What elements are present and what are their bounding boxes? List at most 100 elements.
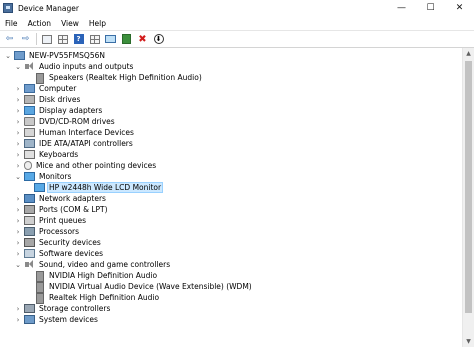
help-icon[interactable]: ?	[72, 33, 85, 46]
chevron-right-icon[interactable]: ›	[14, 107, 22, 115]
chevron-right-icon[interactable]: ›	[14, 206, 22, 214]
title-bar: Device Manager — ☐ ✕	[0, 0, 474, 16]
close-button[interactable]: ✕	[445, 0, 474, 16]
tree-item-system-devices[interactable]: › System devices	[14, 314, 99, 325]
show-hide-console-tree-icon[interactable]	[40, 33, 53, 46]
device-manager-icon	[3, 3, 13, 13]
speaker-icon	[34, 271, 45, 282]
chevron-down-icon[interactable]: ⌄	[14, 173, 22, 181]
device-tree[interactable]: ⌄ NEW-PV55FMSQ56N ⌄ Audio inputs and out…	[0, 48, 462, 347]
chevron-right-icon[interactable]: ›	[14, 129, 22, 137]
dvd-drive-icon	[24, 117, 35, 126]
tree-item-label: Keyboards	[39, 150, 79, 159]
tree-item-ide-controllers[interactable]: › IDE ATA/ATAPI controllers	[14, 138, 134, 149]
tree-item-label: Security devices	[39, 238, 101, 247]
tree-item-label: DVD/CD-ROM drives	[39, 117, 115, 126]
tree-item-monitors[interactable]: ⌄ Monitors	[14, 171, 72, 182]
properties-icon[interactable]	[56, 33, 69, 46]
chevron-right-icon[interactable]: ›	[14, 85, 22, 93]
tree-item-ports[interactable]: › Ports (COM & LPT)	[14, 204, 109, 215]
keyboard-icon	[24, 150, 35, 159]
menu-help[interactable]: Help	[84, 19, 111, 28]
tree-item-label: Sound, video and game controllers	[39, 260, 171, 269]
forward-glyph: ⇨	[21, 34, 30, 44]
vertical-scrollbar[interactable]: ▲ ▼	[462, 48, 474, 347]
update-driver-icon[interactable]	[120, 33, 133, 46]
tree-item-print-queues[interactable]: › Print queues	[14, 215, 87, 226]
tree-item-keyboards[interactable]: › Keyboards	[14, 149, 79, 160]
processor-icon	[24, 227, 35, 236]
forward-arrow-icon[interactable]: ⇨	[19, 33, 32, 46]
tree-device-speakers[interactable]: Speakers (Realtek High Definition Audio)	[24, 72, 203, 84]
disable-device-icon[interactable]: ⬇	[152, 33, 165, 46]
scroll-down-button[interactable]: ▼	[463, 336, 474, 347]
tree-root-label: NEW-PV55FMSQ56N	[29, 51, 105, 60]
chevron-down-icon[interactable]: ⌄	[14, 261, 22, 269]
tree-item-display-adapters[interactable]: › Display adapters	[14, 105, 103, 116]
security-device-icon	[24, 238, 35, 247]
tree-item-security-devices[interactable]: › Security devices	[14, 237, 102, 248]
tree-device-label: Speakers (Realtek High Definition Audio)	[49, 73, 202, 82]
tree-device-label: NVIDIA Virtual Audio Device (Wave Extens…	[49, 282, 252, 291]
minimize-button[interactable]: —	[387, 0, 416, 16]
tree-item-computer[interactable]: › Computer	[14, 83, 77, 94]
tree-device-realtek-hd-audio[interactable]: Realtek High Definition Audio	[24, 292, 160, 304]
tree-device-nvidia-hd-audio[interactable]: NVIDIA High Definition Audio	[24, 270, 158, 282]
chevron-right-icon[interactable]: ›	[14, 305, 22, 313]
chevron-right-icon[interactable]: ›	[14, 239, 22, 247]
scrollbar-thumb[interactable]	[465, 61, 472, 313]
maximize-button[interactable]: ☐	[416, 0, 445, 16]
update-driver-shape	[122, 34, 131, 44]
tree-item-label: Audio inputs and outputs	[39, 62, 134, 71]
chevron-right-icon[interactable]: ›	[14, 250, 22, 258]
system-device-icon	[24, 315, 35, 324]
computer-icon	[24, 84, 35, 93]
tree-item-disk-drives[interactable]: › Disk drives	[14, 94, 81, 105]
tree-item-label: Monitors	[39, 172, 72, 181]
tree-root[interactable]: ⌄ NEW-PV55FMSQ56N	[4, 50, 106, 61]
grid-view-icon[interactable]	[88, 33, 101, 46]
tree-item-hid[interactable]: › Human Interface Devices	[14, 127, 135, 138]
scan-hardware-icon[interactable]	[104, 33, 117, 46]
chevron-right-icon[interactable]: ›	[14, 96, 22, 104]
tree-item-network-adapters[interactable]: › Network adapters	[14, 193, 107, 204]
audio-icon	[24, 62, 35, 71]
hid-icon	[24, 128, 35, 137]
tree-item-mice[interactable]: › Mice and other pointing devices	[14, 160, 157, 171]
tree-item-label: Ports (COM & LPT)	[39, 205, 108, 214]
menu-action[interactable]: Action	[23, 19, 57, 28]
monitor-icon	[34, 183, 45, 192]
tree-item-storage-controllers[interactable]: › Storage controllers	[14, 303, 111, 314]
chevron-right-icon[interactable]: ›	[14, 118, 22, 126]
tree-item-label: Storage controllers	[39, 304, 111, 313]
tree-device-hp-monitor[interactable]: HP w2448h Wide LCD Monitor	[24, 182, 164, 193]
network-adapter-icon	[24, 194, 35, 203]
chevron-right-icon[interactable]: ›	[14, 162, 22, 170]
back-arrow-icon[interactable]: ⇦	[3, 33, 16, 46]
speaker-icon	[34, 293, 45, 304]
chevron-right-icon[interactable]: ›	[14, 217, 22, 225]
tree-device-nvidia-virtual-audio[interactable]: NVIDIA Virtual Audio Device (Wave Extens…	[24, 281, 253, 293]
menu-file[interactable]: File	[0, 19, 23, 28]
tree-item-label: Computer	[39, 84, 77, 93]
tree-item-audio-inputs[interactable]: ⌄ Audio inputs and outputs	[14, 61, 134, 72]
chevron-down-icon[interactable]: ⌄	[4, 52, 12, 60]
chevron-right-icon[interactable]: ›	[14, 151, 22, 159]
tree-item-sound-video-game[interactable]: ⌄ Sound, video and game controllers	[14, 259, 171, 270]
uninstall-icon[interactable]: ✖	[136, 33, 149, 46]
chevron-right-icon[interactable]: ›	[14, 195, 22, 203]
storage-controller-icon	[24, 304, 35, 313]
menu-bar: File Action View Help	[0, 16, 474, 30]
scroll-up-button[interactable]: ▲	[463, 48, 474, 59]
uninstall-glyph: ✖	[138, 33, 147, 45]
chevron-right-icon[interactable]: ›	[14, 316, 22, 324]
tree-item-processors[interactable]: › Processors	[14, 226, 80, 237]
menu-view[interactable]: View	[56, 19, 84, 28]
properties-shape	[57, 34, 68, 44]
tree-item-dvd-drives[interactable]: › DVD/CD-ROM drives	[14, 116, 116, 127]
chevron-right-icon[interactable]: ›	[14, 140, 22, 148]
chevron-right-icon[interactable]: ›	[14, 228, 22, 236]
chevron-down-icon[interactable]: ⌄	[14, 63, 22, 71]
tree-item-software-devices[interactable]: › Software devices	[14, 248, 104, 259]
sound-icon	[24, 260, 35, 269]
